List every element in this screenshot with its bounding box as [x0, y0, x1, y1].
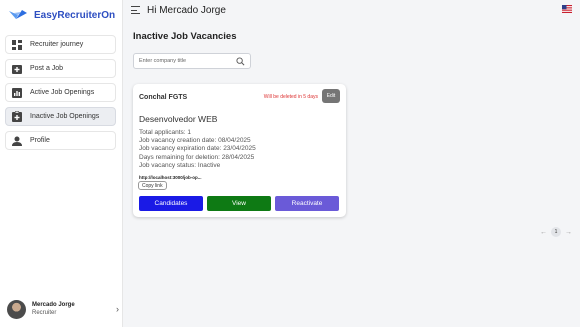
menu-icon[interactable] — [131, 6, 140, 14]
card-actions: Candidates View Reactivate — [139, 196, 339, 211]
search-box — [133, 53, 251, 69]
sidebar-item-inactive-openings[interactable]: Inactive Job Openings — [5, 107, 116, 126]
chart-icon — [11, 87, 22, 98]
edit-button[interactable]: Edit — [322, 89, 340, 103]
candidates-button[interactable]: Candidates — [139, 196, 203, 211]
sidebar-item-active-openings[interactable]: Active Job Openings — [5, 83, 116, 102]
user-menu[interactable]: Mercado Jorge Recruiter › — [7, 298, 119, 320]
us-flag-icon[interactable] — [562, 5, 572, 13]
detail-deletion-date: Days remaining for deletion: 28/04/2025 — [139, 153, 255, 161]
brand-name: EasyRecruiterOn — [34, 9, 116, 21]
view-button[interactable]: View — [207, 196, 271, 211]
prev-page-icon[interactable]: ← — [540, 229, 547, 236]
detail-creation-date: Job vacancy creation date: 08/04/2025 — [139, 137, 251, 145]
clipboard-icon — [11, 111, 22, 122]
add-box-icon — [11, 63, 22, 74]
company-name: Conchal FGTS — [139, 94, 188, 101]
job-details: Total applicants: 1 Job vacancy creation… — [139, 129, 256, 170]
sidebar-nav: Recruiter journey Post a Job Active Job … — [5, 35, 116, 155]
person-icon — [11, 135, 22, 146]
search-icon[interactable] — [236, 57, 245, 66]
sidebar-item-post-job[interactable]: Post a Job — [5, 59, 116, 78]
topbar: Hi Mercado Jorge — [123, 0, 580, 20]
user-info: Mercado Jorge Recruiter — [32, 301, 75, 317]
sidebar-item-label: Profile — [30, 137, 50, 144]
page-title: Inactive Job Vacancies — [133, 31, 237, 42]
sidebar: EasyRecruiterOn Recruiter journey Post a… — [0, 0, 123, 327]
sidebar-item-label: Recruiter journey — [30, 41, 84, 48]
user-name: Mercado Jorge — [32, 302, 75, 308]
job-link[interactable]: http://localhost:3000/job-op... — [139, 175, 202, 180]
brand[interactable]: EasyRecruiterOn — [8, 8, 115, 22]
chevron-right-icon[interactable]: › — [116, 304, 119, 314]
detail-status: Job vacancy status: Inactive — [139, 161, 221, 169]
pagination: ← 1 → — [540, 227, 572, 237]
job-card: Conchal FGTS Will be deleted in 5 days E… — [133, 84, 346, 217]
job-title: Desenvolvedor WEB — [139, 114, 218, 124]
copy-link-button[interactable]: Copy link — [138, 181, 167, 190]
user-role: Recruiter — [32, 310, 57, 316]
page-number[interactable]: 1 — [551, 227, 561, 237]
sidebar-item-recruiter-journey[interactable]: Recruiter journey — [5, 35, 116, 54]
next-page-icon[interactable]: → — [565, 229, 572, 236]
sidebar-item-label: Active Job Openings — [30, 89, 95, 96]
avatar — [7, 299, 26, 319]
search-input[interactable] — [139, 58, 234, 64]
logo-icon — [9, 10, 27, 19]
dashboard-icon — [11, 39, 22, 50]
detail-applicants: Total applicants: 1 — [139, 129, 192, 136]
detail-expiration-date: Job vacancy expiration date: 23/04/2025 — [139, 145, 256, 153]
reactivate-button[interactable]: Reactivate — [275, 196, 339, 211]
sidebar-item-label: Inactive Job Openings — [30, 113, 100, 120]
deletion-warning: Will be deleted in 5 days — [263, 94, 318, 100]
greeting: Hi Mercado Jorge — [147, 4, 226, 16]
sidebar-item-profile[interactable]: Profile — [5, 131, 116, 150]
sidebar-item-label: Post a Job — [30, 65, 64, 72]
